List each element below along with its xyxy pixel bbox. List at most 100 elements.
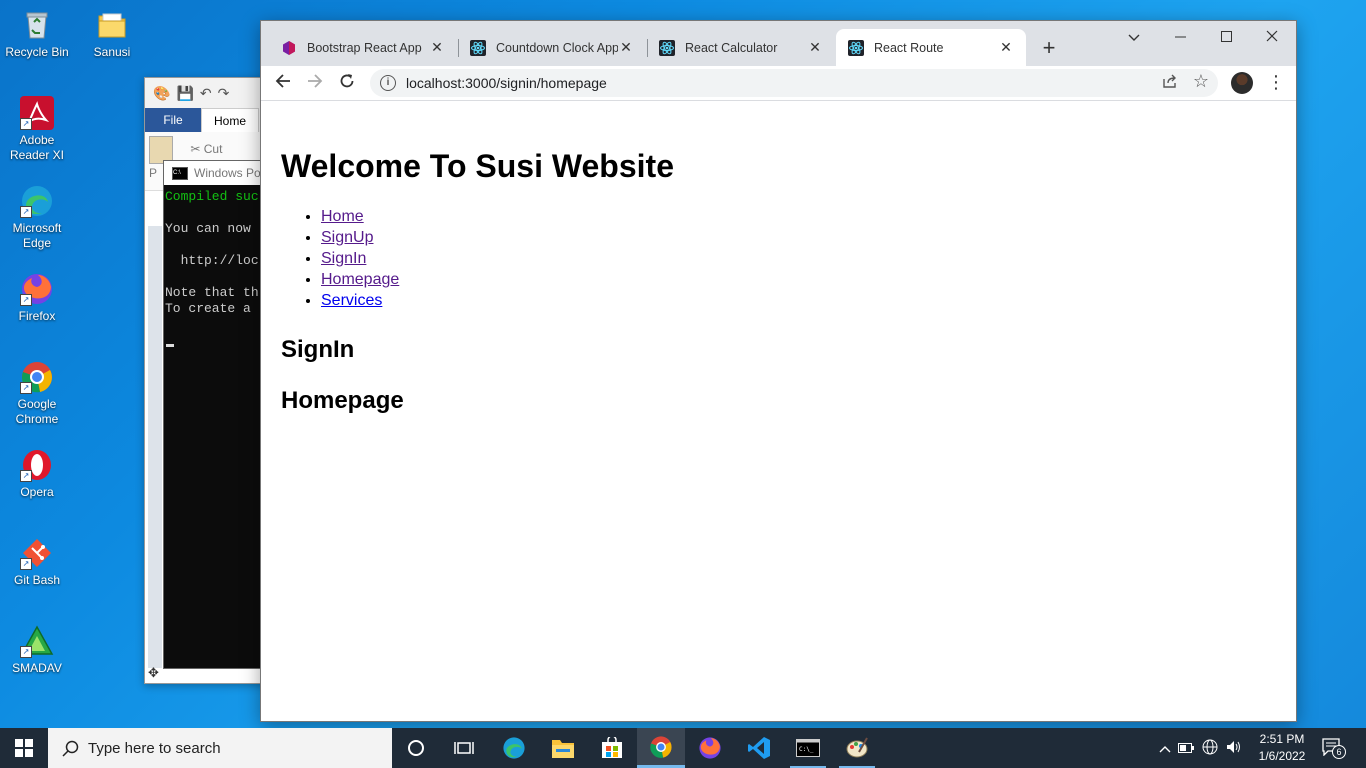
powershell-window[interactable]: C:\ Windows Po Compiled suc You can now … [163,160,275,669]
taskbar-file-explorer[interactable] [539,728,587,768]
tab-bootstrap-react-app[interactable]: Bootstrap React App ✕ [261,29,457,66]
cut-label[interactable]: Cut [204,142,223,156]
list-item: Services [321,290,1276,311]
nav-link-signup[interactable]: SignUp [321,229,373,246]
desktop-icon-recycle-bin[interactable]: Recycle Bin [0,8,74,60]
menu-icon[interactable]: ⋮ [1267,70,1285,94]
tab-title: React Calculator [685,40,778,55]
task-view-button[interactable] [440,728,488,768]
forward-button[interactable] [303,71,327,95]
vscode-icon [748,737,770,759]
page-heading: Welcome To Susi Website [281,148,674,184]
section-heading-homepage: Homepage [281,387,404,414]
nav-link-signin[interactable]: SignIn [321,250,366,267]
windows-logo-icon [15,739,33,757]
cortana-button[interactable] [392,728,440,768]
desktop-icon-git-bash[interactable]: ↗ Git Bash [0,536,74,588]
notification-center-button[interactable]: 6 [1322,738,1346,759]
bookmark-star-icon[interactable]: ☆ [1193,71,1209,92]
maximize-button[interactable] [1203,25,1249,49]
desktop-icon-label: Google Chrome [15,397,59,426]
desktop-icon-adobe-reader[interactable]: ↗ Adobe Reader XI [0,96,74,163]
close-icon[interactable]: ✕ [618,39,634,56]
page-content: Welcome To Susi Website Home SignUp Sign… [261,101,1296,721]
tab-react-calculator[interactable]: React Calculator ✕ [639,29,835,66]
minimize-button[interactable] [1157,25,1203,49]
taskbar-terminal[interactable]: C:\_ [784,728,832,768]
desktop-icon-opera[interactable]: ↗ Opera [0,448,74,500]
save-icon[interactable]: 💾 [176,85,193,102]
profile-avatar[interactable] [1231,72,1253,94]
new-tab-button[interactable]: + [1037,35,1061,61]
clock-date: 1/6/2022 [1258,749,1306,763]
url-text[interactable]: localhost:3000/signin/homepage [406,75,607,91]
desktop-icon-firefox[interactable]: ↗ Firefox [0,272,74,324]
shortcut-arrow-icon: ↗ [20,470,32,482]
redo-icon[interactable]: ↷ [218,85,230,102]
volume-icon[interactable] [1222,740,1246,757]
file-tab[interactable]: File [145,108,201,132]
desktop-icon-label: Git Bash [13,573,61,587]
undo-icon[interactable]: ↶ [200,85,212,102]
desktop-icon-label: Firefox [18,309,56,323]
share-icon[interactable] [1162,73,1178,92]
home-tab[interactable]: Home [201,108,259,132]
ribbon-tabs: File Home [145,108,275,132]
taskbar-clock[interactable]: 2:51 PM 1/6/2022 [1252,731,1312,765]
chevron-up-icon[interactable] [1156,740,1174,756]
smadav-icon: ↗ [20,624,54,658]
taskbar-chrome[interactable] [637,728,685,768]
close-icon[interactable]: ✕ [998,39,1014,56]
nav-link-homepage[interactable]: Homepage [321,271,399,288]
desktop-icon-label: Recycle Bin [5,45,69,59]
taskbar-search-box[interactable]: Type here to search [48,728,392,768]
edge-icon: ↗ [20,184,54,218]
desktop-icon-smadav[interactable]: ↗ SMADAV [0,624,74,676]
adobe-reader-icon: ↗ [20,96,54,130]
tab-countdown-clock-app[interactable]: Countdown Clock App ✕ [450,29,646,66]
system-tray [1156,728,1246,768]
close-icon[interactable]: ✕ [429,39,445,56]
edge-icon [503,737,525,759]
svg-text:C:\_: C:\_ [799,746,814,753]
browser-window[interactable]: Bootstrap React App ✕ Countdown Clock Ap… [260,20,1297,722]
document-margin [148,226,162,668]
site-info-icon[interactable]: i [380,75,396,91]
move-icon[interactable]: ✥ [148,665,159,681]
search-placeholder: Type here to search [88,739,221,757]
desktop-icon-chrome[interactable]: ↗ Google Chrome [0,360,74,427]
desktop-icon-label: Opera [20,485,54,499]
shortcut-arrow-icon: ↗ [20,558,32,570]
taskbar-vscode[interactable] [735,728,783,768]
desktop-icon-sanusi[interactable]: Sanusi [75,8,149,60]
terminal-icon: C:\_ [796,739,820,757]
close-window-button[interactable] [1249,25,1295,49]
nav-list: Home SignUp SignIn Homepage Services [281,206,1276,311]
terminal-cursor [166,344,174,347]
reload-button[interactable] [335,71,359,95]
clock-time: 2:51 PM [1259,732,1305,746]
address-bar[interactable]: i localhost:3000/signin/homepage ☆ [370,69,1218,97]
close-icon[interactable]: ✕ [807,39,823,56]
desktop-icon-edge[interactable]: ↗ Microsoft Edge [0,184,74,251]
start-button[interactable] [0,728,48,768]
network-globe-icon[interactable] [1198,739,1222,758]
taskbar-store[interactable] [588,728,636,768]
terminal-output: Compiled suc You can now http://loc Note… [164,185,274,317]
desktop-icon-label: SMADAV [12,661,62,675]
back-button[interactable] [271,71,295,95]
nav-link-home[interactable]: Home [321,208,364,225]
taskbar-firefox[interactable] [686,728,734,768]
taskbar-paint[interactable] [833,728,881,768]
git-bash-icon: ↗ [20,536,54,570]
nav-link-services[interactable]: Services [321,292,382,309]
tab-search-button[interactable] [1111,25,1157,49]
tab-strip: Bootstrap React App ✕ Countdown Clock Ap… [261,21,1296,66]
cut-icon[interactable]: ✂ [190,142,200,156]
battery-icon[interactable] [1174,740,1198,756]
desktop-icon-label: Microsoft Edge [12,221,62,250]
taskbar-edge[interactable] [490,728,538,768]
tab-react-route[interactable]: React Route ✕ [836,29,1026,66]
